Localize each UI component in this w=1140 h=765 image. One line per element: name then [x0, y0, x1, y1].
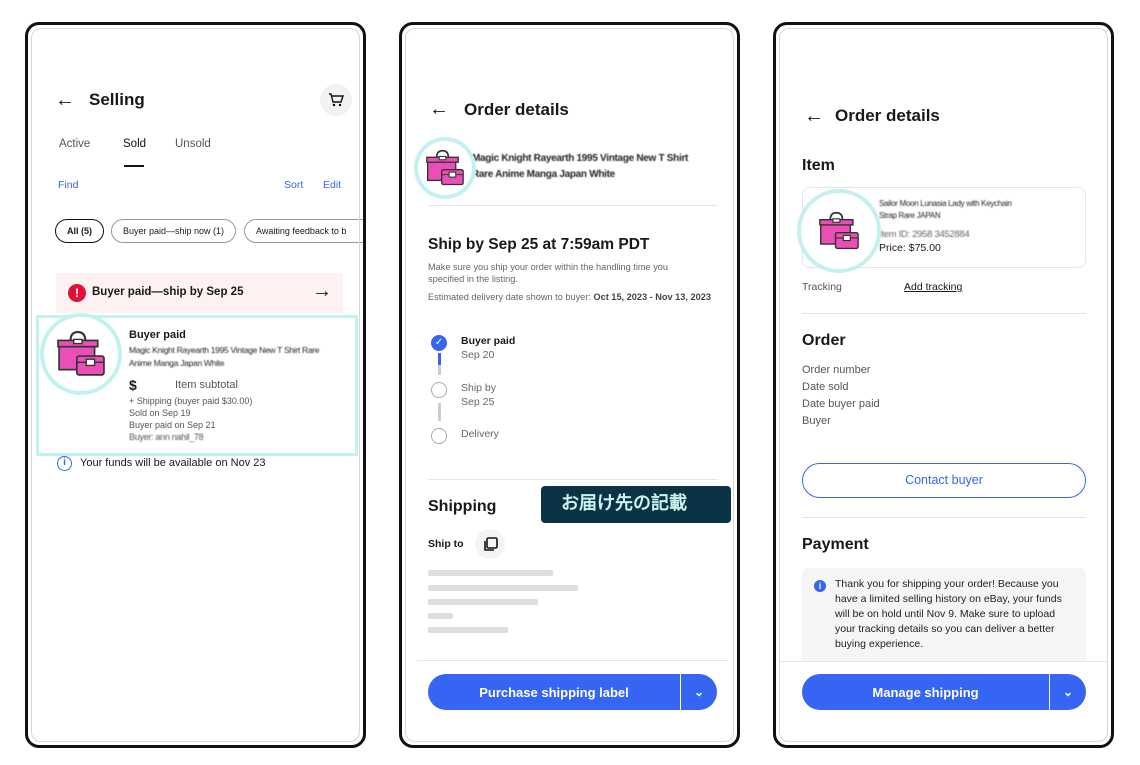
redacted-address-line: [428, 613, 453, 619]
redacted-phone-line: [428, 627, 508, 633]
timeline-line: [438, 353, 441, 365]
phone-order-details-payment: ← Order details Item Sailor Moon Lunasia…: [773, 22, 1114, 748]
ship-by-heading: Ship by Sep 25 at 7:59am PDT: [428, 236, 650, 253]
buyer-label: Buyer: [802, 415, 831, 427]
edit-link[interactable]: Edit: [323, 179, 341, 191]
item-title: Sailor Moon Lunasia Lady with Keychain S…: [879, 199, 1012, 220]
subtotal-label: Item subtotal: [175, 379, 238, 391]
page-title: Order details: [835, 106, 940, 125]
item-thumbnail: [40, 313, 122, 395]
redacted-address-line: [428, 570, 553, 576]
estimated-delivery: Estimated delivery date shown to buyer: …: [428, 291, 713, 303]
info-icon: i: [57, 456, 72, 471]
tab-unsold[interactable]: Unsold: [175, 138, 211, 150]
order-number-label: Order number: [802, 364, 871, 376]
back-arrow-icon[interactable]: ←: [429, 99, 449, 119]
page-title: Order details: [464, 100, 569, 119]
chevron-down-icon[interactable]: ⌄: [680, 674, 717, 710]
step-label: Delivery: [461, 428, 499, 440]
sold-date: Sold on Sep 19: [129, 408, 191, 418]
step-label: Ship by: [461, 382, 497, 394]
find-link[interactable]: Find: [58, 179, 78, 191]
button-label: Purchase shipping label: [479, 684, 629, 700]
payment-hold-notice: i Thank you for shipping your order! Bec…: [802, 568, 1086, 663]
item-title: Magic Knight Rayearth 1995 Vintage New T…: [472, 153, 689, 180]
ship-alert-banner[interactable]: ! Buyer paid—ship by Sep 25 →: [56, 273, 343, 313]
banner-text: Buyer paid—ship by Sep 25: [92, 286, 244, 298]
phone-selling: ← Selling Active Sold Unsold Find Sort E…: [25, 22, 366, 748]
date-sold-label: Date sold: [802, 381, 849, 393]
button-label: Manage shipping: [872, 684, 979, 700]
date-buyer-paid-label: Date buyer paid: [802, 398, 880, 410]
item-thumbnail: [797, 189, 881, 273]
contact-buyer-button[interactable]: Contact buyer: [802, 463, 1086, 498]
step-done-check-icon: ✓: [431, 335, 447, 351]
back-arrow-icon[interactable]: ←: [804, 106, 824, 126]
chevron-down-icon[interactable]: ⌄: [1049, 674, 1086, 710]
annotation-label: お届け先の記載: [541, 486, 731, 523]
divider: [417, 660, 728, 661]
item-thumbnail: [414, 137, 476, 199]
redacted-address-line: [428, 585, 578, 591]
item-id: Item ID: 2958 3452884: [879, 229, 970, 240]
payment-note: Thank you for shipping your order! Becau…: [835, 578, 1062, 650]
buyer-name: Buyer: ann nahil_78: [129, 432, 204, 442]
order-heading: Order: [802, 332, 846, 349]
page-title: Selling: [89, 90, 145, 109]
tab-sold[interactable]: Sold: [123, 138, 146, 150]
step-date: Sep 20: [461, 349, 495, 361]
divider: [802, 313, 1086, 314]
cart-button[interactable]: [320, 84, 352, 116]
tracking-label: Tracking: [802, 281, 842, 293]
bag-icon: [57, 331, 105, 376]
step-label: Buyer paid: [461, 335, 516, 347]
arrow-right-icon: →: [312, 280, 332, 302]
item-status: Buyer paid: [129, 329, 186, 341]
purchase-shipping-label-button[interactable]: Purchase shipping label ⌄: [428, 674, 717, 710]
cart-icon: [329, 93, 344, 107]
step-pending-icon: [431, 428, 447, 444]
bag-icon: [819, 211, 859, 250]
shipping-heading: Shipping: [428, 498, 497, 515]
price-symbol: $: [129, 377, 137, 393]
manage-shipping-button[interactable]: Manage shipping ⌄: [802, 674, 1086, 710]
timeline-line: [438, 403, 441, 421]
sort-link[interactable]: Sort: [284, 179, 303, 191]
item-title: Magic Knight Rayearth 1995 Vintage New T…: [129, 345, 320, 368]
shipping-cost: + Shipping (buyer paid $30.00): [129, 396, 253, 406]
est-value: Oct 15, 2023 - Nov 13, 2023: [593, 292, 711, 302]
est-label: Estimated delivery date shown to buyer:: [428, 292, 594, 302]
add-tracking-link[interactable]: Add tracking: [904, 281, 962, 293]
tab-underline: [124, 165, 144, 167]
funds-note: Your funds will be available on Nov 23: [80, 457, 266, 469]
copy-address-button[interactable]: [475, 529, 505, 559]
tab-active[interactable]: Active: [59, 138, 90, 150]
bag-icon: [425, 149, 465, 186]
chip-all[interactable]: All (5): [55, 219, 105, 243]
chip-awaiting-feedback[interactable]: Awaiting feedback to b: [244, 219, 363, 243]
copy-icon: [483, 536, 498, 551]
step-date: Sep 25: [461, 396, 495, 408]
handling-note: Make sure you ship your order within the…: [428, 262, 669, 284]
back-arrow-icon[interactable]: ←: [55, 90, 75, 110]
divider: [428, 479, 717, 480]
payment-heading: Payment: [802, 536, 869, 553]
ship-to-label: Ship to: [428, 538, 464, 550]
phone-order-details-shipping: ← Order details Magic Knight Rayearth 19…: [399, 22, 740, 748]
item-heading: Item: [802, 157, 835, 174]
timeline-line: [438, 365, 441, 375]
divider: [802, 517, 1086, 518]
info-icon: i: [814, 580, 826, 592]
chip-buyer-paid[interactable]: Buyer paid—ship now (1): [111, 219, 237, 243]
paid-date: Buyer paid on Sep 21: [129, 420, 216, 430]
redacted-address-line: [428, 599, 538, 605]
step-pending-icon: [431, 382, 447, 398]
divider: [428, 205, 717, 206]
alert-icon: !: [68, 284, 86, 302]
item-price: Price: $75.00: [879, 242, 941, 254]
